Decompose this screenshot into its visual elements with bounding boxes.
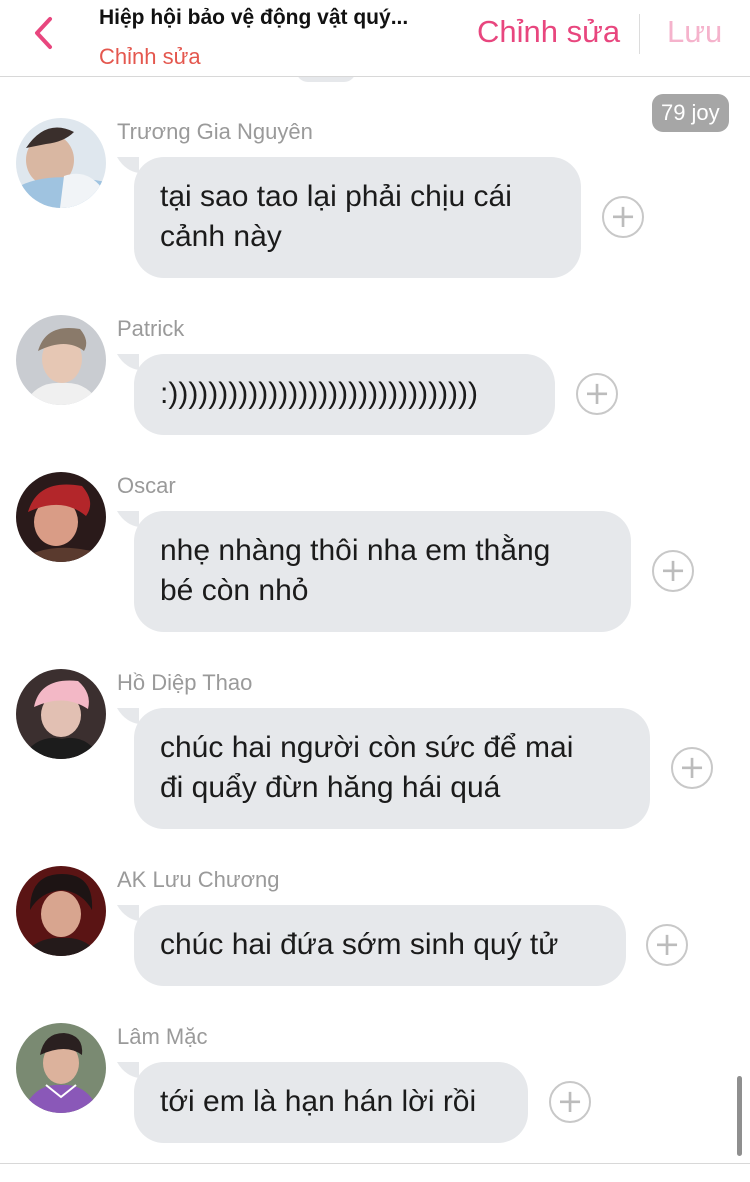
avatar-photo	[16, 669, 106, 759]
save-button[interactable]: Lưu	[667, 14, 722, 50]
message-bubble[interactable]: :)))))))))))))))))))))))))))))))	[134, 354, 555, 435]
header-divider	[639, 14, 640, 54]
sender-name: Trương Gia Nguyên	[117, 119, 313, 144]
add-reaction-button[interactable]: +	[576, 373, 618, 415]
avatar[interactable]	[16, 669, 106, 759]
bottom-divider	[0, 1163, 750, 1164]
sender-name: AK Lưu Chương	[117, 867, 280, 892]
add-reaction-button[interactable]: +	[549, 1081, 591, 1123]
sender-name: Hồ Diệp Thao	[117, 670, 253, 695]
scrollbar-thumb[interactable]	[737, 1076, 742, 1156]
reaction-count: 79	[661, 100, 686, 125]
message-bubble[interactable]: chúc hai người còn sức để mai đi quẩy đừ…	[134, 708, 650, 829]
edit-button[interactable]: Chỉnh sửa	[477, 14, 620, 50]
chevron-left-icon	[35, 17, 52, 49]
add-reaction-button[interactable]: +	[652, 550, 694, 592]
avatar[interactable]	[16, 315, 106, 405]
add-reaction-button[interactable]: +	[602, 196, 644, 238]
avatar[interactable]	[16, 1023, 106, 1113]
avatar[interactable]	[16, 118, 106, 208]
chat-subtitle[interactable]: Chỉnh sửa	[99, 44, 201, 70]
sender-name: Lâm Mặc	[117, 1024, 208, 1049]
message-bubble[interactable]: nhẹ nhàng thôi nha em thằng bé còn nhỏ	[134, 511, 631, 632]
avatar-photo	[16, 472, 106, 562]
reaction-label: joy	[691, 100, 720, 125]
back-button[interactable]	[28, 14, 60, 54]
message-text: chúc hai đứa sớm sinh quý tử	[160, 928, 559, 961]
message-bubble[interactable]: tại sao tao lại phải chịu cái cảnh này	[134, 157, 581, 278]
avatar-photo	[16, 866, 106, 956]
add-reaction-button[interactable]: +	[646, 924, 688, 966]
add-reaction-button[interactable]: +	[671, 747, 713, 789]
message-bubble[interactable]: tới em là hạn hán lời rồi	[134, 1062, 528, 1143]
message-text: :)))))))))))))))))))))))))))))))	[160, 377, 479, 410]
sender-name: Patrick	[117, 316, 185, 341]
message-text: tới em là hạn hán lời rồi	[160, 1085, 477, 1118]
chat-title: Hiệp hội bảo vệ động vật quý...	[99, 6, 409, 29]
avatar[interactable]	[16, 866, 106, 956]
avatar-photo	[16, 1023, 106, 1113]
reaction-count-badge[interactable]: 79 joy	[652, 94, 729, 132]
message-text: nhẹ nhàng thôi nha em thằng bé còn nhỏ	[160, 534, 551, 607]
avatar[interactable]	[16, 472, 106, 562]
message-text: chúc hai người còn sức để mai đi quẩy đừ…	[160, 731, 574, 804]
avatar-photo	[16, 315, 106, 405]
nav-header: Hiệp hội bảo vệ động vật quý... Chỉnh sử…	[0, 0, 750, 77]
sender-name: Oscar	[117, 473, 176, 498]
message-bubble[interactable]: chúc hai đứa sớm sinh quý tử	[134, 905, 626, 986]
message-text: tại sao tao lại phải chịu cái cảnh này	[160, 180, 512, 253]
avatar-photo	[16, 118, 106, 208]
